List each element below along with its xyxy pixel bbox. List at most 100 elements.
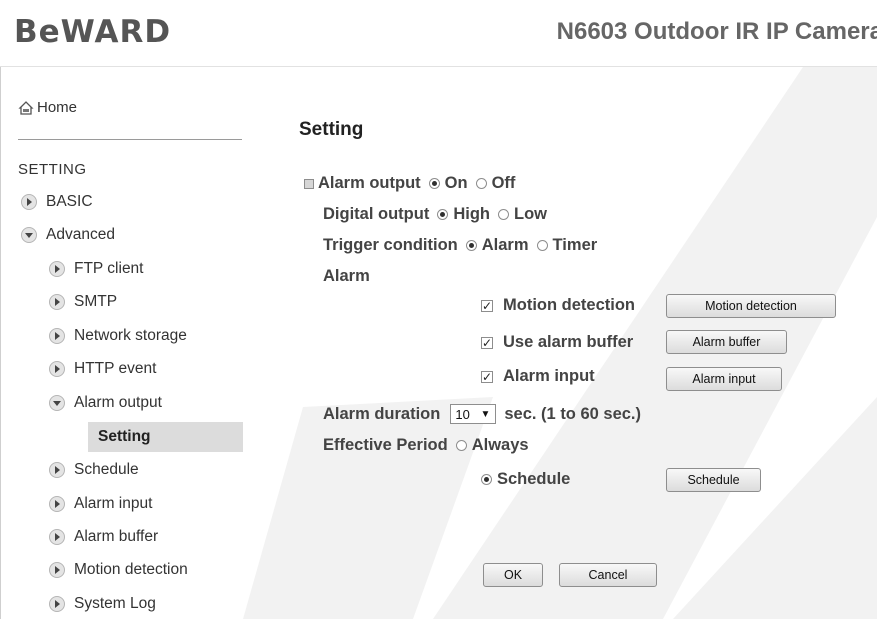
- sidebar-item-label: BASIC: [46, 193, 93, 210]
- checkbox-checked-icon: [481, 298, 493, 314]
- sidebar-item-http-event[interactable]: HTTP event: [48, 358, 156, 380]
- product-title: N6603 Outdoor IR IP Camera: [556, 18, 877, 45]
- checkbox-label: Use alarm buffer: [503, 333, 634, 351]
- radio-label: Off: [491, 174, 516, 192]
- motion-detection-button[interactable]: Motion detection: [666, 294, 836, 318]
- digital-output-high-radio[interactable]: High: [429, 205, 490, 224]
- alarm-input-button[interactable]: Alarm input: [666, 367, 782, 391]
- radio-selected-icon: [428, 178, 440, 189]
- sidebar-item-label: System Log: [74, 595, 156, 612]
- sidebar-item-label: Alarm input: [74, 495, 153, 512]
- radio-selected-icon: [465, 240, 477, 251]
- checkbox-label: Alarm input: [503, 367, 595, 385]
- sidebar-item-setting[interactable]: Setting: [88, 422, 243, 452]
- effective-schedule-radio[interactable]: Schedule: [473, 470, 570, 489]
- trigger-alarm-radio[interactable]: Alarm: [458, 236, 529, 255]
- checkbox-checked-icon: [481, 369, 493, 385]
- header: BeWARD N6603 Outdoor IR IP Camera: [0, 0, 877, 67]
- effective-always-radio[interactable]: Always: [448, 436, 529, 455]
- sidebar-item-label: Motion detection: [74, 561, 188, 578]
- sidebar-item-label: SMTP: [74, 293, 118, 310]
- home-divider: [18, 139, 242, 140]
- alarm-duration-label: Alarm duration: [323, 404, 441, 423]
- sidebar-item-label: Alarm output: [74, 394, 162, 411]
- schedule-button[interactable]: Schedule: [666, 468, 761, 492]
- sidebar-item-label: HTTP event: [74, 360, 157, 377]
- sidebar-item-label: Alarm buffer: [74, 528, 159, 545]
- trigger-timer-radio[interactable]: Timer: [529, 236, 598, 255]
- radio-unselected-icon: [536, 240, 548, 251]
- sidebar-section-title: SETTING: [18, 161, 87, 178]
- select-value: 10: [455, 406, 470, 422]
- sidebar-item-alarm-input[interactable]: Alarm input: [48, 493, 152, 515]
- motion-detection-row: Motion detection: [481, 296, 635, 315]
- radio-label: On: [444, 174, 468, 192]
- sidebar-item-alarm-output[interactable]: Alarm output: [48, 392, 162, 414]
- sidebar-item-advanced[interactable]: Advanced: [20, 224, 115, 246]
- sidebar-item-label: Network storage: [74, 327, 187, 344]
- sidebar-item-label: Schedule: [74, 461, 139, 478]
- cancel-button[interactable]: Cancel: [559, 563, 657, 587]
- arrow-down-icon: [49, 395, 65, 411]
- effective-period-label: Effective Period: [323, 436, 448, 454]
- arrow-down-icon: [21, 227, 37, 243]
- effective-period-row: Effective Period Always: [323, 436, 529, 455]
- motion-detection-checkbox[interactable]: Motion detection: [481, 296, 635, 315]
- beward-logo: BeWARD: [14, 14, 172, 50]
- home-link[interactable]: Home: [18, 99, 77, 116]
- radio-label: High: [453, 205, 490, 223]
- schedule-row: Schedule: [473, 470, 570, 489]
- arrow-right-icon: [49, 294, 65, 310]
- sidebar-item-label: Setting: [98, 428, 151, 445]
- ok-button[interactable]: OK: [483, 563, 543, 587]
- alarm-output-off-radio[interactable]: Off: [468, 174, 516, 193]
- alarm-output-label: Alarm output: [318, 174, 421, 192]
- section-bullet-icon: [304, 178, 314, 189]
- checkbox-checked-icon: [481, 335, 493, 351]
- arrow-right-icon: [49, 496, 65, 512]
- arrow-right-icon: [21, 194, 37, 210]
- trigger-condition-row: Trigger condition Alarm Timer: [323, 236, 597, 255]
- trigger-condition-label: Trigger condition: [323, 236, 458, 254]
- radio-label: Alarm: [481, 236, 529, 254]
- page-title: Setting: [299, 119, 364, 140]
- use-alarm-buffer-checkbox[interactable]: Use alarm buffer: [481, 333, 633, 352]
- sidebar-item-smtp[interactable]: SMTP: [48, 291, 117, 313]
- sidebar-item-network-storage[interactable]: Network storage: [48, 325, 187, 347]
- alarm-duration-suffix: sec. (1 to 60 sec.): [504, 404, 642, 423]
- home-icon: [18, 100, 34, 115]
- radio-label: Timer: [552, 236, 598, 254]
- alarm-input-checkbox[interactable]: Alarm input: [481, 367, 595, 386]
- sidebar-item-basic[interactable]: BASIC: [20, 191, 93, 213]
- arrow-right-icon: [49, 261, 65, 277]
- sidebar-item-alarm-buffer[interactable]: Alarm buffer: [48, 526, 158, 548]
- radio-unselected-icon: [455, 440, 467, 451]
- digital-output-label: Digital output: [323, 205, 430, 223]
- checkbox-label: Motion detection: [503, 296, 635, 314]
- radio-selected-icon: [481, 474, 492, 485]
- radio-label: Low: [513, 205, 547, 223]
- alarm-output-on-radio[interactable]: On: [421, 174, 468, 193]
- arrow-right-icon: [49, 529, 65, 545]
- sidebar-item-motion-detection[interactable]: Motion detection: [48, 559, 188, 581]
- alarm-output-row: Alarm output On Off: [304, 174, 515, 193]
- sidebar-item-label: Advanced: [46, 226, 115, 243]
- alarm-duration-row: Alarm duration 10 ▼ sec. (1 to 60 sec.): [323, 404, 641, 424]
- sidebar-item-ftp-client[interactable]: FTP client: [48, 258, 144, 280]
- sidebar-item-system-log[interactable]: System Log: [48, 593, 156, 615]
- digital-output-low-radio[interactable]: Low: [490, 205, 547, 224]
- alarm-label: Alarm: [323, 267, 370, 285]
- main-content: Setting Alarm output On Off Digital outp…: [243, 67, 877, 619]
- sidebar-item-schedule[interactable]: Schedule: [48, 459, 139, 481]
- arrow-right-icon: [49, 328, 65, 344]
- radio-unselected-icon: [497, 209, 509, 220]
- radio-unselected-icon: [475, 178, 487, 189]
- chevron-down-icon: ▼: [480, 408, 491, 420]
- sidebar: Home SETTING BASIC Advanced FTP client S…: [0, 67, 243, 619]
- alarm-buffer-button[interactable]: Alarm buffer: [666, 330, 787, 354]
- home-label: Home: [37, 99, 78, 116]
- sidebar-item-label: FTP client: [74, 260, 144, 277]
- alarm-duration-select[interactable]: 10 ▼: [450, 404, 497, 424]
- digital-output-row: Digital output High Low: [323, 205, 547, 224]
- radio-label: Always: [471, 436, 529, 454]
